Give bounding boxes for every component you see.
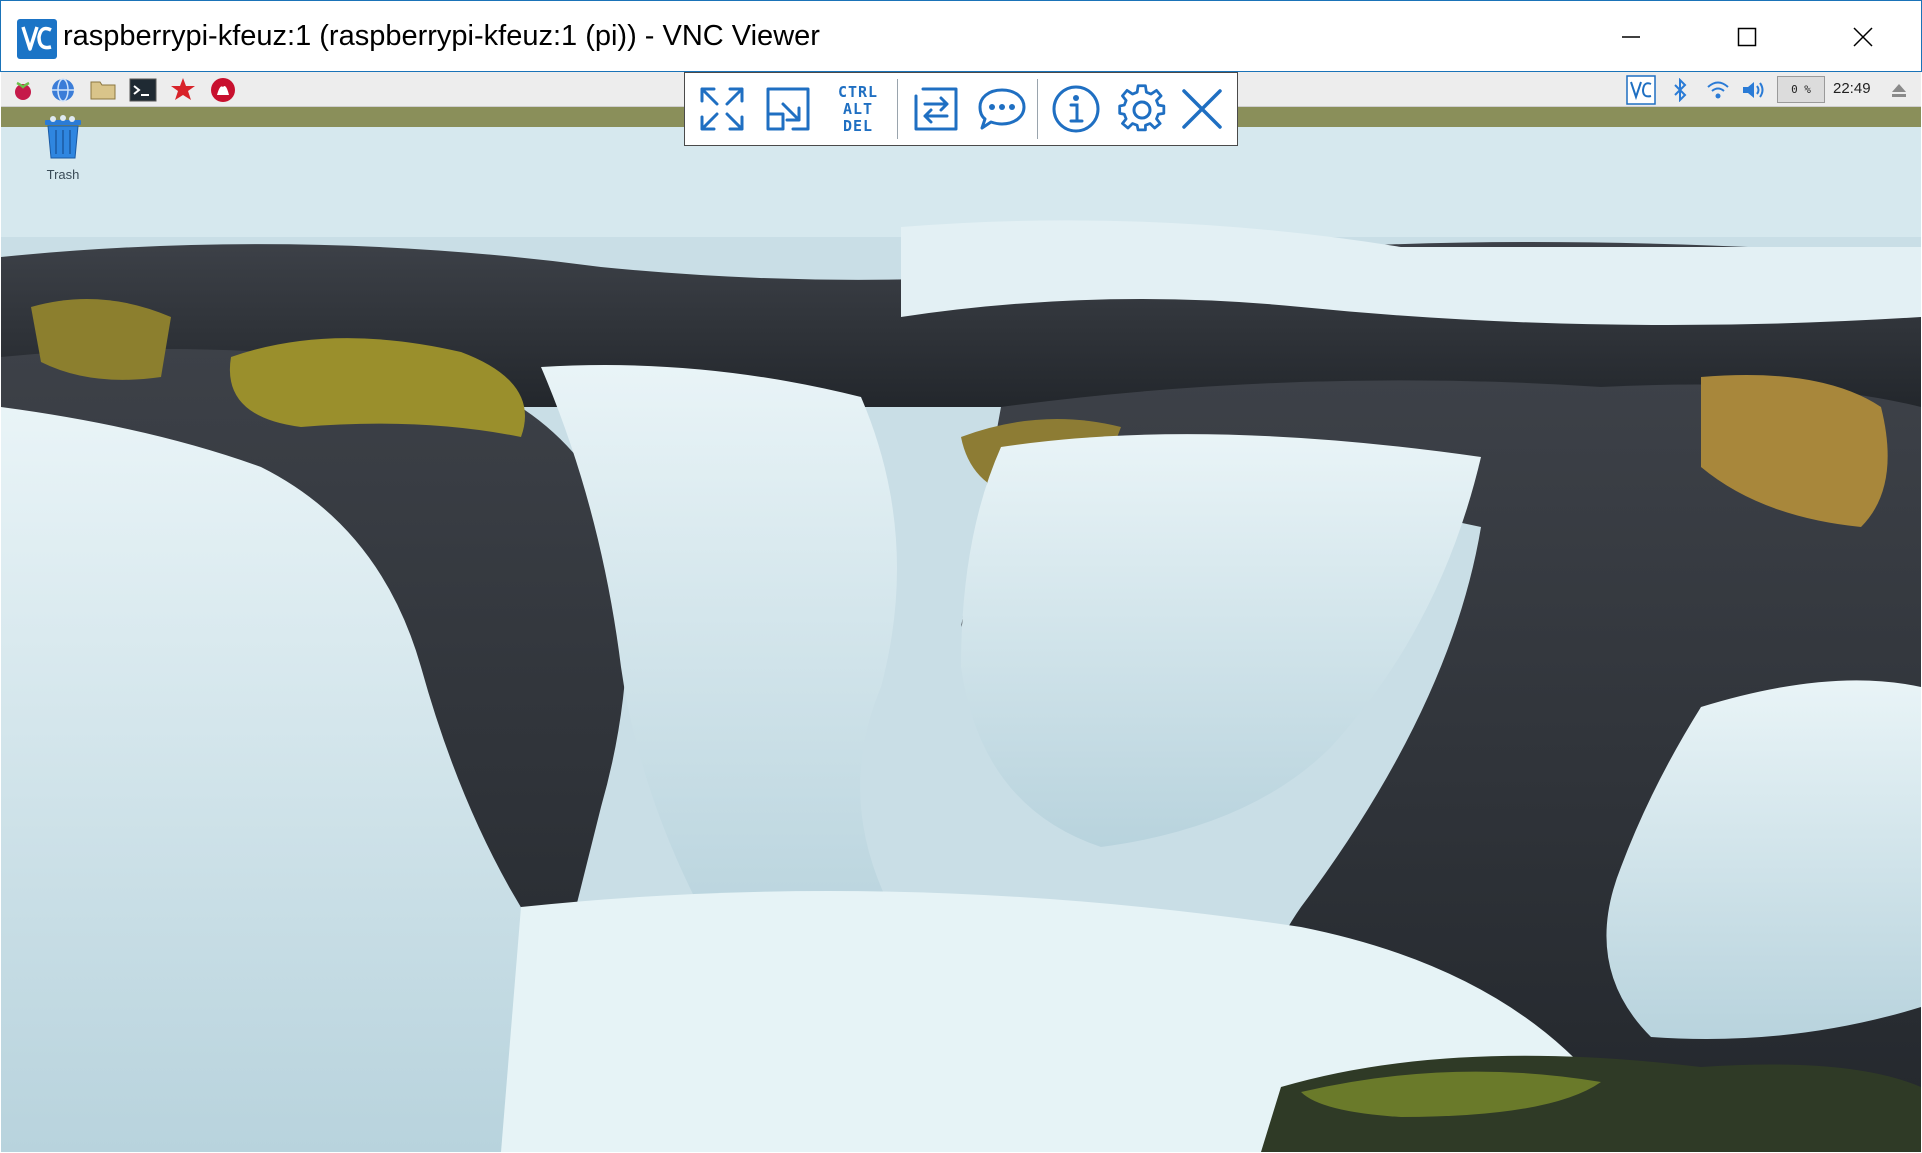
chat-button[interactable] — [971, 77, 1033, 141]
info-icon — [1052, 85, 1100, 133]
chat-icon — [978, 88, 1026, 130]
fullscreen-button[interactable] — [691, 77, 753, 141]
wolfram-icon[interactable] — [209, 76, 237, 104]
vnc-server-icon[interactable] — [1625, 75, 1657, 105]
file-transfer-button[interactable] — [905, 77, 967, 141]
settings-button[interactable] — [1111, 77, 1173, 141]
eject-icon[interactable] — [1887, 76, 1911, 104]
scale-icon — [766, 87, 810, 131]
settings-icon — [1118, 84, 1166, 132]
bluetooth-icon[interactable] — [1669, 76, 1691, 104]
ctrl-alt-del-label: CTRL ALT DEL — [837, 82, 879, 135]
raspberry-menu-icon[interactable] — [9, 76, 37, 104]
toolbar-separator — [1037, 79, 1038, 139]
trash-icon — [45, 115, 81, 159]
toolbar-separator — [897, 79, 898, 139]
vnc-viewer-logo-icon — [17, 19, 57, 59]
panel-clock[interactable]: 22:49 — [1833, 80, 1871, 97]
file-manager-icon[interactable] — [89, 76, 117, 104]
mathematica-icon[interactable] — [169, 76, 197, 104]
ctrl-alt-del-button[interactable]: CTRL ALT DEL — [823, 77, 893, 141]
desktop-icon-trash[interactable]: Trash — [31, 114, 95, 182]
maximize-icon — [1737, 27, 1757, 47]
desktop-wallpaper — [1, 107, 1921, 1152]
window-titlebar[interactable]: raspberrypi-kfeuz:1 (raspberrypi-kfeuz:1… — [0, 0, 1922, 72]
remote-desktop[interactable]: 0 % 22:49 Trash — [1, 72, 1921, 1152]
fullscreen-icon — [700, 87, 744, 131]
close-icon — [1853, 27, 1873, 47]
web-browser-icon[interactable] — [49, 76, 77, 104]
vnc-toolbar: CTRL ALT DEL — [684, 72, 1238, 146]
disconnect-button[interactable] — [1171, 77, 1233, 141]
desktop-icon-label: Trash — [46, 167, 80, 182]
file-transfer-icon — [914, 87, 958, 131]
cpu-usage-meter[interactable]: 0 % — [1777, 76, 1825, 103]
terminal-icon[interactable] — [129, 76, 157, 104]
window-title: raspberrypi-kfeuz:1 (raspberrypi-kfeuz:1… — [63, 20, 820, 52]
info-button[interactable] — [1045, 77, 1107, 141]
wifi-icon[interactable] — [1705, 76, 1731, 104]
disconnect-icon — [1182, 89, 1222, 129]
scale-button[interactable] — [757, 77, 819, 141]
close-button[interactable] — [1805, 1, 1921, 73]
minimize-icon — [1622, 36, 1640, 38]
volume-icon[interactable] — [1741, 76, 1767, 104]
maximize-button[interactable] — [1689, 1, 1805, 73]
minimize-button[interactable] — [1573, 1, 1689, 73]
